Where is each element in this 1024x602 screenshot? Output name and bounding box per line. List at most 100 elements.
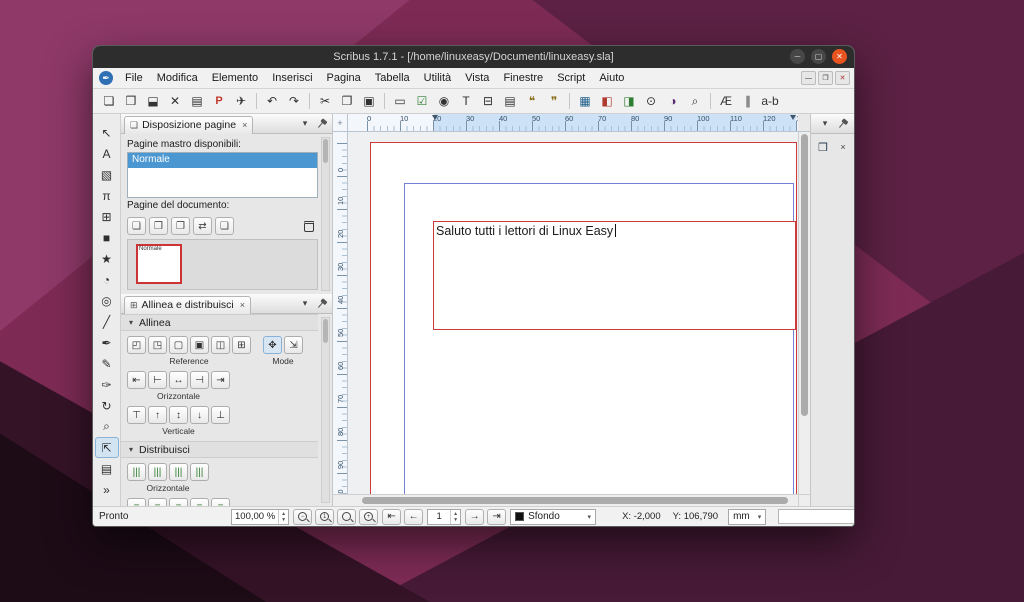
distribute-right-sides[interactable]: ||| bbox=[169, 463, 188, 481]
new-document-icon[interactable]: ❏ bbox=[99, 91, 119, 111]
pin-button[interactable] bbox=[836, 117, 850, 131]
close-icon[interactable]: × bbox=[238, 300, 245, 310]
save-document-icon[interactable]: ⬓ bbox=[143, 91, 163, 111]
distribute-equal-horizontal[interactable]: ||| bbox=[190, 463, 209, 481]
align-left-to-right-anchor[interactable]: ⇥ bbox=[211, 371, 230, 389]
pin-button[interactable] bbox=[315, 297, 329, 311]
align-bottom-edges[interactable]: ↓ bbox=[190, 406, 209, 424]
insert-image-frame-tool[interactable]: ▧ bbox=[95, 164, 119, 185]
preview-mode-icon[interactable]: ⊙ bbox=[641, 91, 661, 111]
insert-barcode-icon[interactable]: ∥ bbox=[738, 91, 758, 111]
align-right-edges[interactable]: ⊣ bbox=[190, 371, 209, 389]
redo-icon[interactable]: ↷ bbox=[284, 91, 304, 111]
pdf-link-annotation-icon[interactable]: ❞ bbox=[544, 91, 564, 111]
page-number-value[interactable]: 1 bbox=[428, 511, 450, 522]
align-relative-margins[interactable]: ▣ bbox=[190, 336, 209, 354]
rotate-item-tool[interactable]: ↻ bbox=[95, 395, 119, 416]
chevron-down-icon[interactable]: ▾ bbox=[298, 297, 312, 311]
tab-disposizione-pagine[interactable]: ❏ Disposizione pagine × bbox=[124, 116, 253, 134]
menu-item[interactable]: Pagina bbox=[320, 70, 368, 86]
layer-select[interactable]: Sfondo ▾ bbox=[510, 509, 596, 525]
insert-line-tool[interactable]: ╱ bbox=[95, 311, 119, 332]
scrollbar-thumb[interactable] bbox=[323, 319, 328, 343]
scrollbar-thumb[interactable] bbox=[323, 139, 328, 163]
more-tools-expander[interactable]: » bbox=[95, 479, 119, 500]
export-pdf-icon[interactable]: P bbox=[209, 91, 229, 111]
align-section-header[interactable]: ▾ Allinea bbox=[121, 314, 318, 331]
last-page-button[interactable]: ⇥ bbox=[487, 509, 506, 525]
scrollbar-thumb[interactable] bbox=[801, 134, 808, 416]
align-right-to-left-anchor[interactable]: ⇤ bbox=[127, 371, 146, 389]
menu-item[interactable]: Script bbox=[550, 70, 592, 86]
docked-panel-icon[interactable]: ❒ bbox=[815, 139, 831, 155]
insert-text-frame-tool[interactable]: A bbox=[95, 143, 119, 164]
zoom-out-button[interactable]: − bbox=[293, 509, 312, 525]
zoom-in-button[interactable]: + bbox=[359, 509, 378, 525]
next-page-button[interactable]: → bbox=[465, 509, 484, 525]
insert-table-tool[interactable]: ⊞ bbox=[95, 206, 119, 227]
document-page[interactable]: Saluto tutti i lettori di Linux Easy bbox=[370, 142, 797, 494]
vertical-ruler[interactable]: 0102030405060708090100 bbox=[333, 132, 348, 494]
pdf-list-box-icon[interactable]: ▤ bbox=[500, 91, 520, 111]
menu-item[interactable]: Modifica bbox=[150, 70, 205, 86]
page-thumbnail[interactable]: Normale bbox=[136, 244, 182, 284]
distribute-section-header[interactable]: ▾ Distribuisci bbox=[121, 441, 318, 458]
align-relative-page[interactable]: ▢ bbox=[169, 336, 188, 354]
distribute-bottom-sides[interactable]: ≡ bbox=[169, 498, 188, 506]
align-relative-guide[interactable]: ◫ bbox=[211, 336, 230, 354]
titlebar[interactable]: Scribus 1.7.1 - [/home/linuxeasy/Documen… bbox=[93, 46, 854, 68]
preflight-verifier-icon[interactable]: ✈ bbox=[231, 91, 251, 111]
hyphenate-icon[interactable]: a-b bbox=[760, 91, 780, 111]
pdf-combo-box-icon[interactable]: ⊟ bbox=[478, 91, 498, 111]
menu-item[interactable]: Utilità bbox=[417, 70, 459, 86]
import-master-page-button[interactable]: ❏ bbox=[215, 217, 234, 235]
move-page-button[interactable]: ⇄ bbox=[193, 217, 212, 235]
edit-contents-tool[interactable]: ⇱ bbox=[95, 437, 119, 458]
pdf-push-button-icon[interactable]: ▭ bbox=[390, 91, 410, 111]
previous-page-button[interactable]: ← bbox=[404, 509, 423, 525]
zoom-tool[interactable]: ⌕ bbox=[95, 416, 119, 437]
add-page-button[interactable]: ❏ bbox=[127, 217, 146, 235]
align-mode-resize[interactable]: ⇲ bbox=[284, 336, 303, 354]
distribute-left-sides[interactable]: ||| bbox=[127, 463, 146, 481]
zoom-original-button[interactable]: 1 bbox=[315, 509, 334, 525]
spin-down-icon[interactable]: ▼ bbox=[451, 517, 460, 523]
horizontal-ruler[interactable]: 0102030405060708090100110120130 bbox=[348, 114, 798, 132]
menu-item[interactable]: File bbox=[118, 70, 150, 86]
insert-freehand-tool[interactable]: ✎ bbox=[95, 353, 119, 374]
align-centers-horizontal[interactable]: ↔ bbox=[169, 371, 188, 389]
close-icon[interactable]: × bbox=[240, 120, 247, 130]
page-spinbox[interactable]: 1 ▲ ▼ bbox=[427, 509, 461, 525]
insert-glyph-icon[interactable]: Æ bbox=[716, 91, 736, 111]
minimize-button[interactable]: ─ bbox=[790, 49, 805, 64]
manage-images-icon[interactable]: ▦ bbox=[575, 91, 595, 111]
page-thumbnails-area[interactable]: Normale bbox=[127, 239, 318, 290]
pdf-text-field-icon[interactable]: T bbox=[456, 91, 476, 111]
frame-text[interactable]: Saluto tutti i lettori di Linux Easy bbox=[434, 223, 615, 239]
align-relative-last-selected[interactable]: ◳ bbox=[148, 336, 167, 354]
distribute-centers-horizontal[interactable]: ||| bbox=[148, 463, 167, 481]
insert-render-frame-tool[interactable]: π bbox=[95, 185, 119, 206]
duplicate-page-button[interactable]: ❐ bbox=[171, 217, 190, 235]
vertical-scrollbar[interactable] bbox=[798, 132, 810, 494]
zoom-spinbox[interactable]: 100,00 % ▲ ▼ bbox=[231, 509, 289, 525]
panel-scrollbar[interactable] bbox=[321, 317, 330, 503]
pdf-radio-button-icon[interactable]: ◉ bbox=[434, 91, 454, 111]
insert-calligraphic-tool[interactable]: ✑ bbox=[95, 374, 119, 395]
chevron-down-icon[interactable]: ▾ bbox=[818, 117, 832, 131]
indent-marker-right[interactable] bbox=[790, 115, 796, 120]
unit-select[interactable]: mm ▾ bbox=[728, 509, 766, 525]
status-extra-field[interactable] bbox=[778, 509, 854, 524]
menu-item[interactable]: Tabella bbox=[368, 70, 417, 86]
maximize-button[interactable]: ▢ bbox=[811, 49, 826, 64]
panel-scrollbar[interactable] bbox=[321, 137, 330, 291]
first-page-button[interactable]: ⇤ bbox=[382, 509, 401, 525]
ruler-origin-button[interactable]: + bbox=[333, 114, 348, 132]
menu-item[interactable]: Inserisci bbox=[265, 70, 319, 86]
document-viewport[interactable]: Saluto tutti i lettori di Linux Easy bbox=[348, 132, 798, 494]
align-centers-vertical[interactable]: ↕ bbox=[169, 406, 188, 424]
insert-arc-tool[interactable]: ◔ bbox=[95, 269, 119, 290]
close-icon[interactable]: × bbox=[836, 140, 850, 154]
insert-bezier-tool[interactable]: ✒ bbox=[95, 332, 119, 353]
image-effects-icon[interactable]: ◨ bbox=[619, 91, 639, 111]
